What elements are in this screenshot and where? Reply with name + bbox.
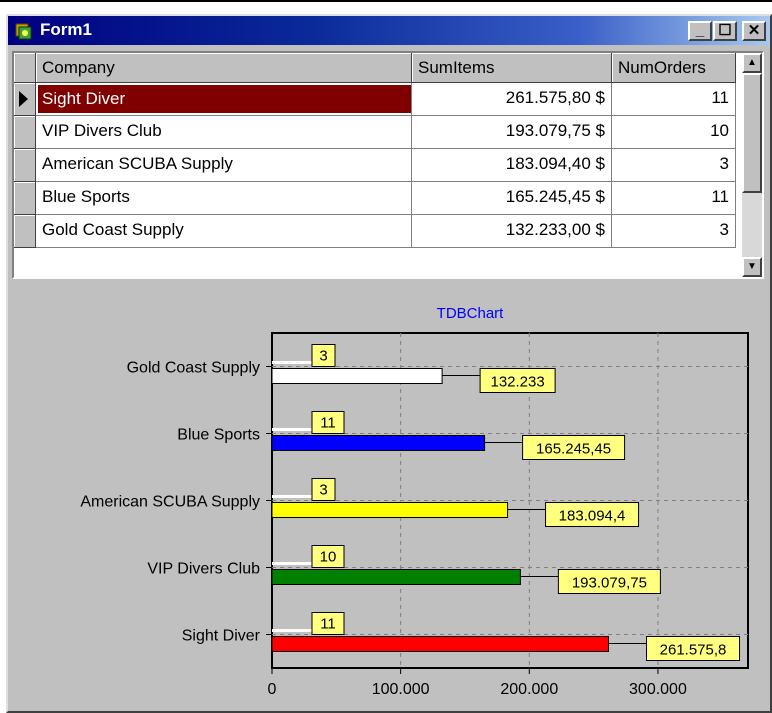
scroll-up-button[interactable]: ▲ [742, 53, 762, 73]
bar-chart: TDBChart Gold Coast Supply 132.233 3 Blue Sp… [80, 305, 749, 698]
main-window: Form1 _ ☐ ✕ Company SumItems NumOrders S… [6, 14, 772, 713]
table-cell-numorders[interactable]: 11 [612, 182, 736, 215]
table-cell-sumitems[interactable]: 165.245,45 $ [412, 182, 612, 215]
y-tick-label: Sight Diver [182, 628, 261, 645]
x-tick-label: 100.000 [372, 681, 430, 698]
table-cell-numorders[interactable]: 10 [612, 116, 736, 149]
data-label-numorders: 10 [320, 549, 337, 566]
data-label-sumitems: 193.079,75 [572, 575, 647, 592]
y-tick-label: American SCUBA Supply [80, 494, 260, 511]
arrow-up-icon: ▲ [747, 57, 757, 68]
bar-sumitems [271, 435, 486, 451]
close-button[interactable]: ✕ [742, 21, 766, 41]
bar-sumitems [271, 502, 509, 518]
x-tick-label: 200.000 [500, 681, 558, 698]
arrow-down-icon: ▼ [747, 261, 757, 272]
data-label-sumitems: 183.094,4 [559, 508, 626, 525]
bar-sumitems [271, 368, 443, 384]
chart-title: TDBChart [437, 305, 505, 322]
selected-cell-text: Sight Diver [38, 85, 411, 113]
table-cell-sumitems[interactable]: 193.079,75 $ [412, 116, 612, 149]
table-cell-numorders[interactable]: 3 [612, 149, 736, 182]
y-tick-label: Blue Sports [177, 427, 260, 444]
table-cell-sumitems[interactable]: 261.575,80 $ [412, 83, 612, 116]
table-cell-numorders[interactable]: 3 [612, 215, 736, 248]
minimize-button[interactable]: _ [688, 21, 712, 41]
scroll-thumb[interactable] [742, 73, 762, 193]
row-indicator[interactable] [14, 215, 36, 248]
data-label-numorders: 11 [320, 616, 336, 633]
column-header-company[interactable]: Company [36, 53, 412, 83]
table-cell-sumitems[interactable]: 132.233,00 $ [412, 215, 612, 248]
column-header-sumitems[interactable]: SumItems [412, 53, 612, 83]
y-tick-label: VIP Divers Club [147, 561, 260, 578]
data-label-numorders: 3 [319, 482, 327, 499]
maximize-button[interactable]: ☐ [713, 21, 737, 41]
y-tick-label: Gold Coast Supply [127, 360, 260, 377]
current-row-arrow-icon [19, 91, 28, 107]
row-indicator[interactable] [14, 149, 36, 182]
bar-sumitems [271, 569, 521, 585]
row-indicator[interactable] [14, 116, 36, 149]
data-label-sumitems: 132.233 [490, 374, 544, 391]
maximize-icon: ☐ [718, 22, 732, 39]
table-cell-company[interactable]: American SCUBA Supply [36, 149, 412, 182]
column-header-numorders[interactable]: NumOrders [612, 53, 736, 83]
scroll-down-button[interactable]: ▼ [742, 257, 762, 277]
table-cell-company[interactable]: Blue Sports [36, 182, 412, 215]
close-icon: ✕ [747, 22, 761, 39]
table-cell-company[interactable]: VIP Divers Club [36, 116, 412, 149]
data-label-sumitems: 165.245,45 [536, 441, 611, 458]
vertical-scrollbar[interactable]: ▲ ▼ [742, 53, 762, 277]
table-cell-sumitems[interactable]: 183.094,40 $ [412, 149, 612, 182]
row-indicator[interactable] [14, 83, 36, 116]
x-tick-label: 300.000 [629, 681, 687, 698]
minimize-icon: _ [695, 22, 705, 39]
row-indicator[interactable] [14, 182, 36, 215]
x-tick-label: 0 [268, 681, 277, 698]
bar-sumitems [271, 636, 610, 652]
orders-grid[interactable]: Company SumItems NumOrders Sight Diver 2… [12, 51, 764, 279]
app-icon [15, 23, 32, 40]
window-title: Form1 [40, 20, 92, 39]
chart-panel: TDBChart Gold Coast Supply 132.233 3 Blue Sp… [12, 283, 764, 703]
header-indicator-cell [14, 53, 36, 83]
data-label-numorders: 3 [319, 348, 327, 365]
data-label-numorders: 11 [320, 415, 336, 432]
top-edge-line [0, 0, 772, 2]
table-cell-company[interactable]: Sight Diver [36, 83, 412, 116]
data-label-sumitems: 261.575,8 [660, 642, 727, 659]
title-bar[interactable]: Form1 _ ☐ ✕ [8, 16, 770, 45]
table-cell-company[interactable]: Gold Coast Supply [36, 215, 412, 248]
table-cell-numorders[interactable]: 11 [612, 83, 736, 116]
